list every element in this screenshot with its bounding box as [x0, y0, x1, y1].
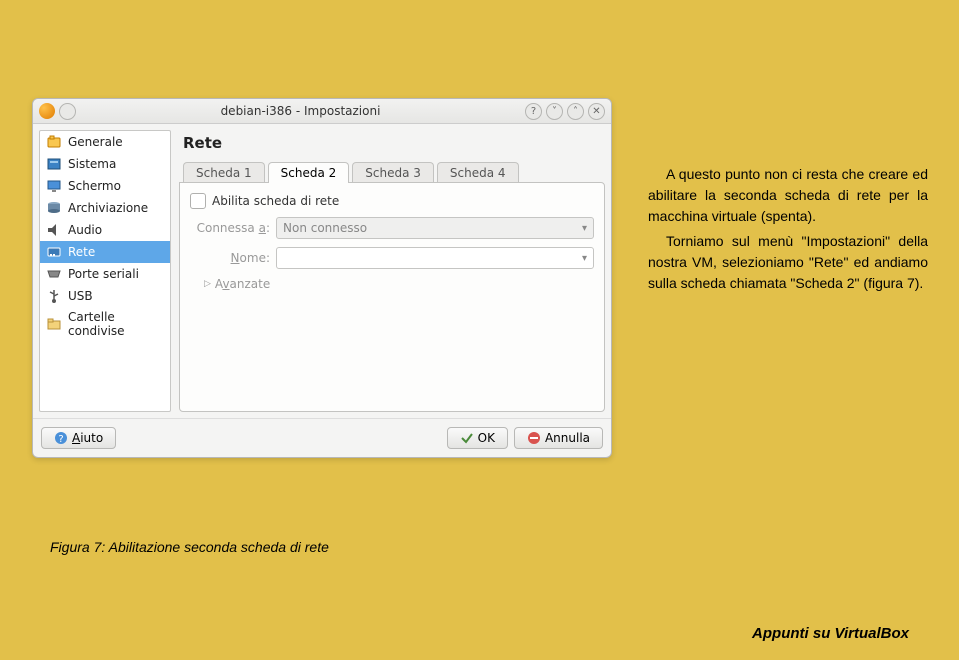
help-button-bottom[interactable]: ? Aiuto — [41, 427, 116, 449]
help-button-label: Aiuto — [72, 431, 103, 445]
connected-to-combo[interactable]: Non connesso ▾ — [276, 217, 594, 239]
settings-sidebar: Generale Sistema Schermo Archiviazione A… — [39, 130, 171, 412]
figure-caption: Figura 7: Abilitazione seconda scheda di… — [50, 539, 329, 555]
sidebar-item-label: Porte seriali — [68, 267, 139, 281]
tab-adapter-2[interactable]: Scheda 2 — [268, 162, 350, 183]
sidebar-item-usb[interactable]: USB — [40, 285, 170, 307]
name-combo[interactable]: ▾ — [276, 247, 594, 269]
sidebar-item-label: Sistema — [68, 157, 116, 171]
paragraph-2: Torniamo sul menù "Impostazioni" della n… — [648, 231, 928, 294]
sidebar-item-label: Audio — [68, 223, 102, 237]
folder-icon — [46, 316, 62, 332]
advanced-label: Avanzate — [215, 277, 270, 291]
titlebar[interactable]: debian-i386 - Impostazioni ? ˅ ˄ ✕ — [33, 99, 611, 124]
ok-button-label: OK — [478, 431, 495, 445]
cancel-icon — [527, 431, 541, 445]
sidebar-item-label: Archiviazione — [68, 201, 148, 215]
paragraph-1: A questo punto non ci resta che creare e… — [648, 164, 928, 227]
general-icon — [46, 134, 62, 150]
button-bar: ? Aiuto OK Annulla — [33, 418, 611, 457]
settings-dialog: debian-i386 - Impostazioni ? ˅ ˄ ✕ Gener… — [32, 98, 612, 458]
tab-adapter-1[interactable]: Scheda 1 — [183, 162, 265, 183]
sidebar-item-system[interactable]: Sistema — [40, 153, 170, 175]
network-icon — [46, 244, 62, 260]
triangle-right-icon: ▷ — [204, 279, 211, 289]
connected-to-label: Connessa a: — [190, 221, 270, 235]
gear-icon — [39, 103, 55, 119]
connected-to-value: Non connesso — [283, 221, 367, 235]
cancel-button[interactable]: Annulla — [514, 427, 603, 449]
close-button[interactable]: ✕ — [588, 103, 605, 120]
window-title: debian-i386 - Impostazioni — [76, 104, 525, 118]
sidebar-item-label: Generale — [68, 135, 123, 149]
minimize-button[interactable]: ˅ — [546, 103, 563, 120]
page-footer: Appunti su VirtualBox — [752, 625, 909, 642]
maximize-button[interactable]: ˄ — [567, 103, 584, 120]
sidebar-item-shared[interactable]: Cartelle condivise — [40, 307, 170, 341]
tab-panel: Abilita scheda di rete Connessa a: Non c… — [179, 182, 605, 412]
sidebar-item-label: Cartelle condivise — [68, 310, 164, 338]
enable-adapter-label: Abilita scheda di rete — [212, 194, 339, 208]
sidebar-item-general[interactable]: Generale — [40, 131, 170, 153]
main-panel: Rete Scheda 1 Scheda 2 Scheda 3 Scheda 4… — [179, 130, 605, 412]
svg-text:?: ? — [58, 434, 63, 445]
window-button-1[interactable] — [59, 103, 76, 120]
tab-row: Scheda 1 Scheda 2 Scheda 3 Scheda 4 — [179, 162, 605, 183]
enable-adapter-checkbox[interactable] — [190, 193, 206, 209]
audio-icon — [46, 222, 62, 238]
chevron-down-icon: ▾ — [582, 253, 587, 264]
help-icon: ? — [54, 431, 68, 445]
sidebar-item-display[interactable]: Schermo — [40, 175, 170, 197]
tab-adapter-3[interactable]: Scheda 3 — [352, 162, 434, 183]
ok-button[interactable]: OK — [447, 427, 508, 449]
sidebar-item-label: USB — [68, 289, 93, 303]
check-icon — [460, 431, 474, 445]
chevron-down-icon: ▾ — [582, 223, 587, 234]
advanced-expander[interactable]: ▷ Avanzate — [204, 277, 594, 291]
sidebar-item-label: Rete — [68, 245, 95, 259]
panel-heading: Rete — [183, 134, 605, 152]
tab-adapter-4[interactable]: Scheda 4 — [437, 162, 519, 183]
help-button[interactable]: ? — [525, 103, 542, 120]
sidebar-item-storage[interactable]: Archiviazione — [40, 197, 170, 219]
cancel-button-label: Annulla — [545, 431, 590, 445]
sidebar-item-serial[interactable]: Porte seriali — [40, 263, 170, 285]
system-icon — [46, 156, 62, 172]
storage-icon — [46, 200, 62, 216]
side-text: A questo punto non ci resta che creare e… — [648, 164, 928, 294]
usb-icon — [46, 288, 62, 304]
serial-icon — [46, 266, 62, 282]
sidebar-item-label: Schermo — [68, 179, 121, 193]
sidebar-item-network[interactable]: Rete — [40, 241, 170, 263]
name-label: Nome: — [190, 251, 270, 265]
sidebar-item-audio[interactable]: Audio — [40, 219, 170, 241]
display-icon — [46, 178, 62, 194]
